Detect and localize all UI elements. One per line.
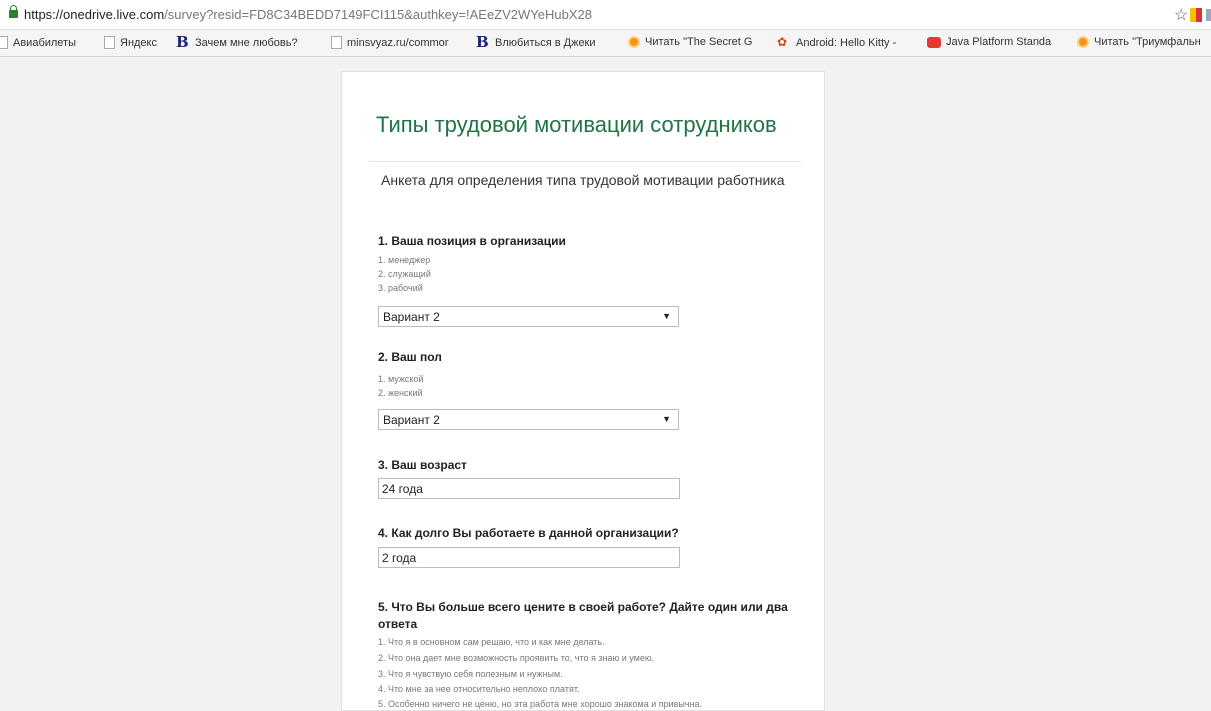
divider [369,161,801,162]
question-5-option: 4. Что мне за нее относительно неплохо п… [378,684,580,694]
bookmark-label: Читать "Триумфальн [1094,36,1201,48]
url-text[interactable]: https://onedrive.live.com/survey?resid=F… [24,7,592,22]
survey-title: Типы трудовой мотивации сотрудников [376,112,777,137]
select-value: Вариант 2 [383,413,440,427]
bookmarks-bar: Авиабилеты Яндекс B Зачем мне любовь? min… [0,30,1211,57]
bookmark-item[interactable]: Java Platform Standa [927,36,1051,48]
page-icon [331,36,342,49]
page-icon [0,36,8,49]
question-1-option: 2. служащий [378,269,431,279]
bookmark-item[interactable]: minsvyaz.ru/commor [331,36,448,49]
lock-icon [9,5,18,18]
bookmark-item[interactable]: B Зачем мне любовь? [176,33,298,51]
b-icon: B [476,33,489,51]
bookmark-label: Читать "The Secret G [645,36,753,48]
bookmark-label: minsvyaz.ru/commor [347,36,449,49]
url-host: https://onedrive.live.com [24,7,165,22]
question-1-select[interactable]: Вариант 2 ▼ [378,306,679,327]
question-5-label: 5. Что Вы больше всего цените в своей ра… [378,600,788,631]
bookmark-star-icon[interactable]: ☆ [1174,5,1188,25]
bookmark-item[interactable]: Читать "The Secret G [628,36,752,48]
orange-circle-icon [628,36,640,48]
bookmark-label: Java Platform Standa [946,36,1052,48]
bookmark-item[interactable]: Авиабилеты [0,36,76,49]
work-duration-input[interactable]: 2 года [378,547,680,568]
question-2-select[interactable]: Вариант 2 ▼ [378,409,679,430]
question-2-option: 1. мужской [378,374,424,384]
b-icon: B [176,33,189,51]
bookmark-item[interactable]: ✿ Android: Hello Kitty - [777,36,896,49]
age-input[interactable]: 24 года [378,478,680,499]
bookmark-item[interactable]: Читать "Триумфальн [1077,36,1201,48]
question-1-option: 1. менеджер [378,255,431,265]
question-1-label: 1. Ваша позиция в организации [378,234,566,248]
question-5-option: 2. Что она дает мне возможность проявить… [378,653,655,663]
question-5-option: 5. Особенно ничего не ценю, но эта работ… [378,699,703,709]
bookmark-label: Яндекс [120,36,157,49]
question-3-label: 3. Ваш возраст [378,458,467,472]
address-bar[interactable]: https://onedrive.live.com/survey?resid=F… [0,0,1211,30]
question-2-option: 2. женский [378,388,423,398]
extension-icon[interactable] [1206,9,1211,21]
bookmark-label: Влюбиться в Джеки [495,36,596,49]
paw-icon: ✿ [777,35,788,49]
orange-circle-icon [1077,36,1089,48]
dropdown-arrow-icon: ▼ [662,414,671,424]
select-value: Вариант 2 [383,310,440,324]
java-icon [927,36,941,48]
question-1-option: 3. рабочий [378,283,423,293]
dropdown-arrow-icon: ▼ [662,311,671,321]
bookmark-label: Авиабилеты [13,36,77,49]
url-path: /survey?resid=FD8C34BEDD7149FCI115&authk… [164,7,592,22]
extension-flag-icon[interactable] [1190,8,1202,22]
question-2-label: 2. Ваш пол [378,350,442,364]
bookmark-label: Android: Hello Kitty - [796,36,897,49]
page-icon [104,36,115,49]
question-5-option: 3. Что я чувствую себя полезным и нужным… [378,669,563,679]
bookmark-item[interactable]: B Влюбиться в Джеки [476,33,596,51]
survey-form: Типы трудовой мотивации сотрудников Анке… [341,71,825,711]
question-4-label: 4. Как долго Вы работаете в данной орган… [378,526,679,540]
bookmark-item[interactable]: Яндекс [104,36,157,49]
question-5-option: 1. Что я в основном сам решаю, что и как… [378,637,605,647]
bookmark-label: Зачем мне любовь? [195,36,298,49]
survey-subtitle: Анкета для определения типа трудовой мот… [381,172,785,188]
